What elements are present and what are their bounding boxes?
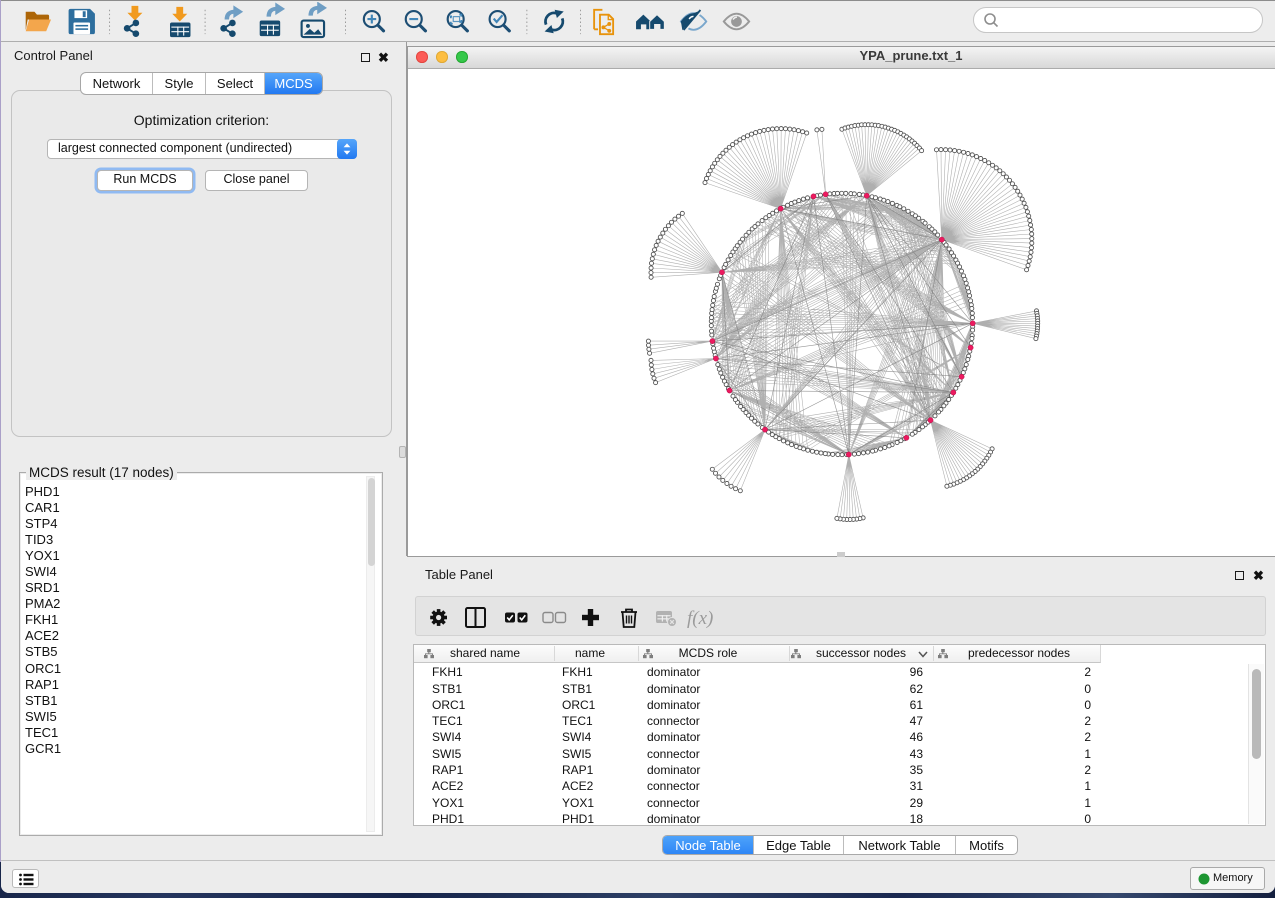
- svg-text:f(x): f(x): [687, 608, 713, 629]
